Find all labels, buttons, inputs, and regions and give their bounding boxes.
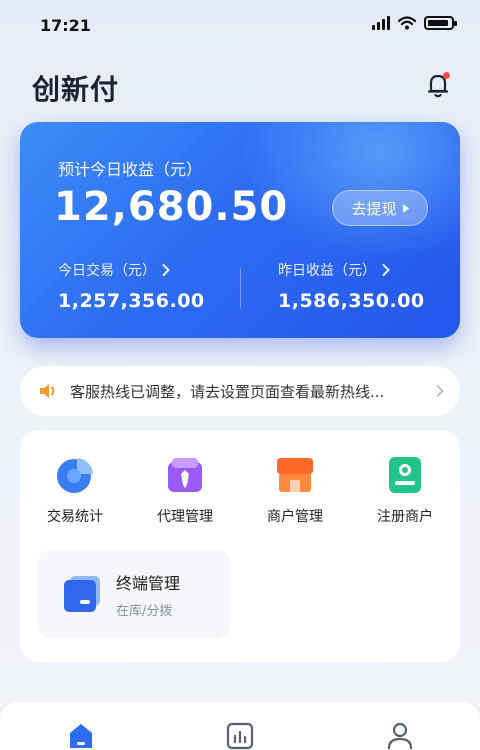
withdraw-button[interactable]: 去提现 — [332, 190, 428, 226]
chevron-right-icon — [436, 385, 444, 397]
today-estimate-value: 12,680.50 — [54, 184, 289, 230]
profile-icon[interactable] — [385, 720, 415, 750]
notice-bar[interactable]: 客服热线已调整，请去设置页面查看最新热线... — [20, 366, 460, 416]
bottom-tab-bar — [0, 702, 480, 750]
function-menu-card: 交易统计 代理管理 商户管理 注册商户 终端管理 在库/分拨 — [20, 430, 460, 662]
wifi-icon — [398, 16, 416, 30]
today-estimate-label: 预计今日收益（元） — [58, 160, 203, 179]
menu-label-agent-management: 代理管理 — [157, 509, 213, 525]
terminal-subtitle: 在库/分拨 — [116, 603, 173, 619]
today-trade-block[interactable]: 今日交易（元） 1,257,356.00 — [58, 260, 205, 312]
today-trade-label: 今日交易（元） — [58, 263, 156, 279]
menu-item-merchant-management[interactable]: 商户管理 — [240, 454, 350, 526]
agent-icon — [168, 458, 202, 492]
menu-item-trade-stats[interactable]: 交易统计 — [20, 454, 130, 526]
menu-label-register-merchant: 注册商户 — [377, 509, 433, 525]
battery-icon — [424, 16, 457, 30]
today-trade-value: 1,257,356.00 — [58, 290, 205, 312]
earnings-card: 预计今日收益（元） 12,680.50 去提现 今日交易（元） 1,257,35… — [20, 122, 460, 338]
store-icon — [277, 458, 313, 492]
terminal-management-card[interactable]: 终端管理 在库/分拨 — [38, 550, 230, 638]
withdraw-label: 去提现 — [351, 199, 397, 218]
terminal-title: 终端管理 — [116, 573, 181, 593]
yesterday-earnings-label: 昨日收益（元） — [278, 263, 376, 279]
earnings-divider — [240, 268, 241, 308]
yesterday-earnings-block[interactable]: 昨日收益（元） 1,586,350.00 — [278, 260, 425, 312]
stats-icon[interactable] — [225, 720, 255, 750]
menu-label-trade-stats: 交易统计 — [47, 509, 103, 525]
status-icons — [372, 16, 457, 30]
status-time: 17:21 — [40, 16, 91, 35]
home-icon[interactable] — [66, 720, 96, 750]
menu-item-register-merchant[interactable]: 注册商户 — [350, 454, 460, 526]
menu-label-merchant-management: 商户管理 — [267, 509, 323, 525]
register-merchant-icon — [389, 457, 421, 493]
yesterday-earnings-value: 1,586,350.00 — [278, 290, 425, 312]
pie-chart-icon — [57, 458, 93, 493]
notice-text: 客服热线已调整，请去设置页面查看最新热线... — [70, 382, 385, 401]
terminal-icon — [64, 576, 100, 612]
speaker-icon — [40, 384, 55, 398]
chevron-right-icon — [382, 264, 390, 276]
chevron-right-icon — [162, 264, 170, 276]
cellular-signal-icon — [372, 16, 390, 30]
menu-item-agent-management[interactable]: 代理管理 — [130, 454, 240, 526]
notification-dot — [443, 72, 450, 79]
caret-right-icon — [402, 203, 409, 213]
status-bar: 17:21 — [0, 0, 480, 52]
app-title: 创新付 — [32, 73, 120, 106]
notification-bell-icon[interactable] — [424, 70, 454, 100]
menu-grid: 交易统计 代理管理 商户管理 注册商户 — [20, 454, 460, 526]
